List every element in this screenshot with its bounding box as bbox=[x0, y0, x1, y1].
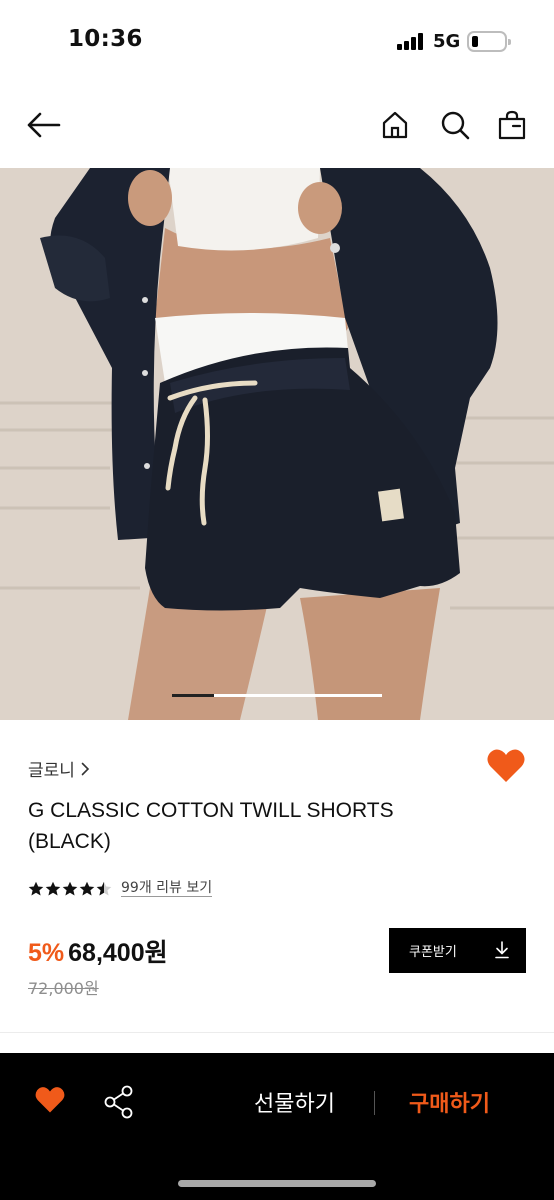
search-icon bbox=[441, 111, 470, 140]
brand-link[interactable]: 글로니 bbox=[28, 756, 90, 781]
product-name-line2: (BLACK) bbox=[28, 830, 111, 853]
product-image-carousel[interactable] bbox=[0, 168, 554, 720]
battery-icon bbox=[467, 31, 511, 52]
star-icon bbox=[79, 881, 95, 895]
status-time: 10:36 bbox=[68, 26, 143, 52]
star-icon bbox=[45, 881, 61, 895]
brand-name: 글로니 bbox=[28, 761, 75, 781]
share-icon bbox=[104, 1085, 133, 1119]
chevron-right-icon bbox=[81, 762, 90, 775]
home-button[interactable] bbox=[378, 108, 412, 142]
review-link[interactable]: 99개 리뷰 보기 bbox=[121, 880, 213, 897]
sale-price: 68,400원 bbox=[68, 939, 168, 967]
bottom-favorite-button[interactable] bbox=[34, 1086, 66, 1118]
shopping-bag-icon bbox=[498, 110, 526, 140]
favorite-button[interactable] bbox=[486, 748, 526, 788]
cart-button[interactable] bbox=[495, 108, 529, 142]
coupon-label: 쿠폰받기 bbox=[409, 945, 457, 960]
star-half-icon bbox=[96, 881, 112, 895]
price-row: 5% 68,400원 bbox=[28, 933, 168, 969]
bottom-action-bar: 선물하기 구매하기 bbox=[0, 1053, 554, 1200]
home-icon bbox=[382, 111, 408, 139]
original-price: 72,000원 bbox=[28, 979, 99, 998]
home-indicator bbox=[178, 1180, 376, 1187]
discount-rate: 5% bbox=[28, 939, 65, 967]
back-arrow-icon bbox=[27, 112, 61, 138]
signal-icon bbox=[397, 33, 425, 50]
bottom-bar-separator bbox=[374, 1091, 375, 1115]
search-button[interactable] bbox=[438, 108, 472, 142]
carousel-pager-active bbox=[172, 694, 214, 697]
star-icon bbox=[28, 881, 44, 895]
rating-row: 99개 리뷰 보기 bbox=[28, 880, 213, 897]
star-icon bbox=[62, 881, 78, 895]
status-bar: 10:36 5G bbox=[0, 0, 554, 84]
carousel-pager bbox=[172, 694, 382, 697]
network-label: 5G bbox=[433, 31, 461, 52]
section-divider bbox=[0, 1032, 554, 1033]
share-button[interactable] bbox=[103, 1085, 135, 1123]
coupon-button[interactable]: 쿠폰받기 bbox=[389, 928, 526, 973]
download-icon bbox=[495, 941, 509, 959]
heart-icon bbox=[487, 749, 525, 782]
nav-bar bbox=[0, 84, 554, 168]
star-rating bbox=[28, 881, 112, 897]
heart-icon bbox=[35, 1087, 65, 1113]
product-name-line1: G CLASSIC COTTON TWILL SHORTS bbox=[28, 799, 394, 822]
back-button[interactable] bbox=[22, 108, 64, 142]
gift-button[interactable]: 선물하기 bbox=[254, 1086, 335, 1118]
product-name: G CLASSIC COTTON TWILL SHORTS (BLACK) bbox=[28, 795, 458, 857]
buy-button[interactable]: 구매하기 bbox=[409, 1086, 490, 1118]
product-photo bbox=[0, 168, 554, 720]
